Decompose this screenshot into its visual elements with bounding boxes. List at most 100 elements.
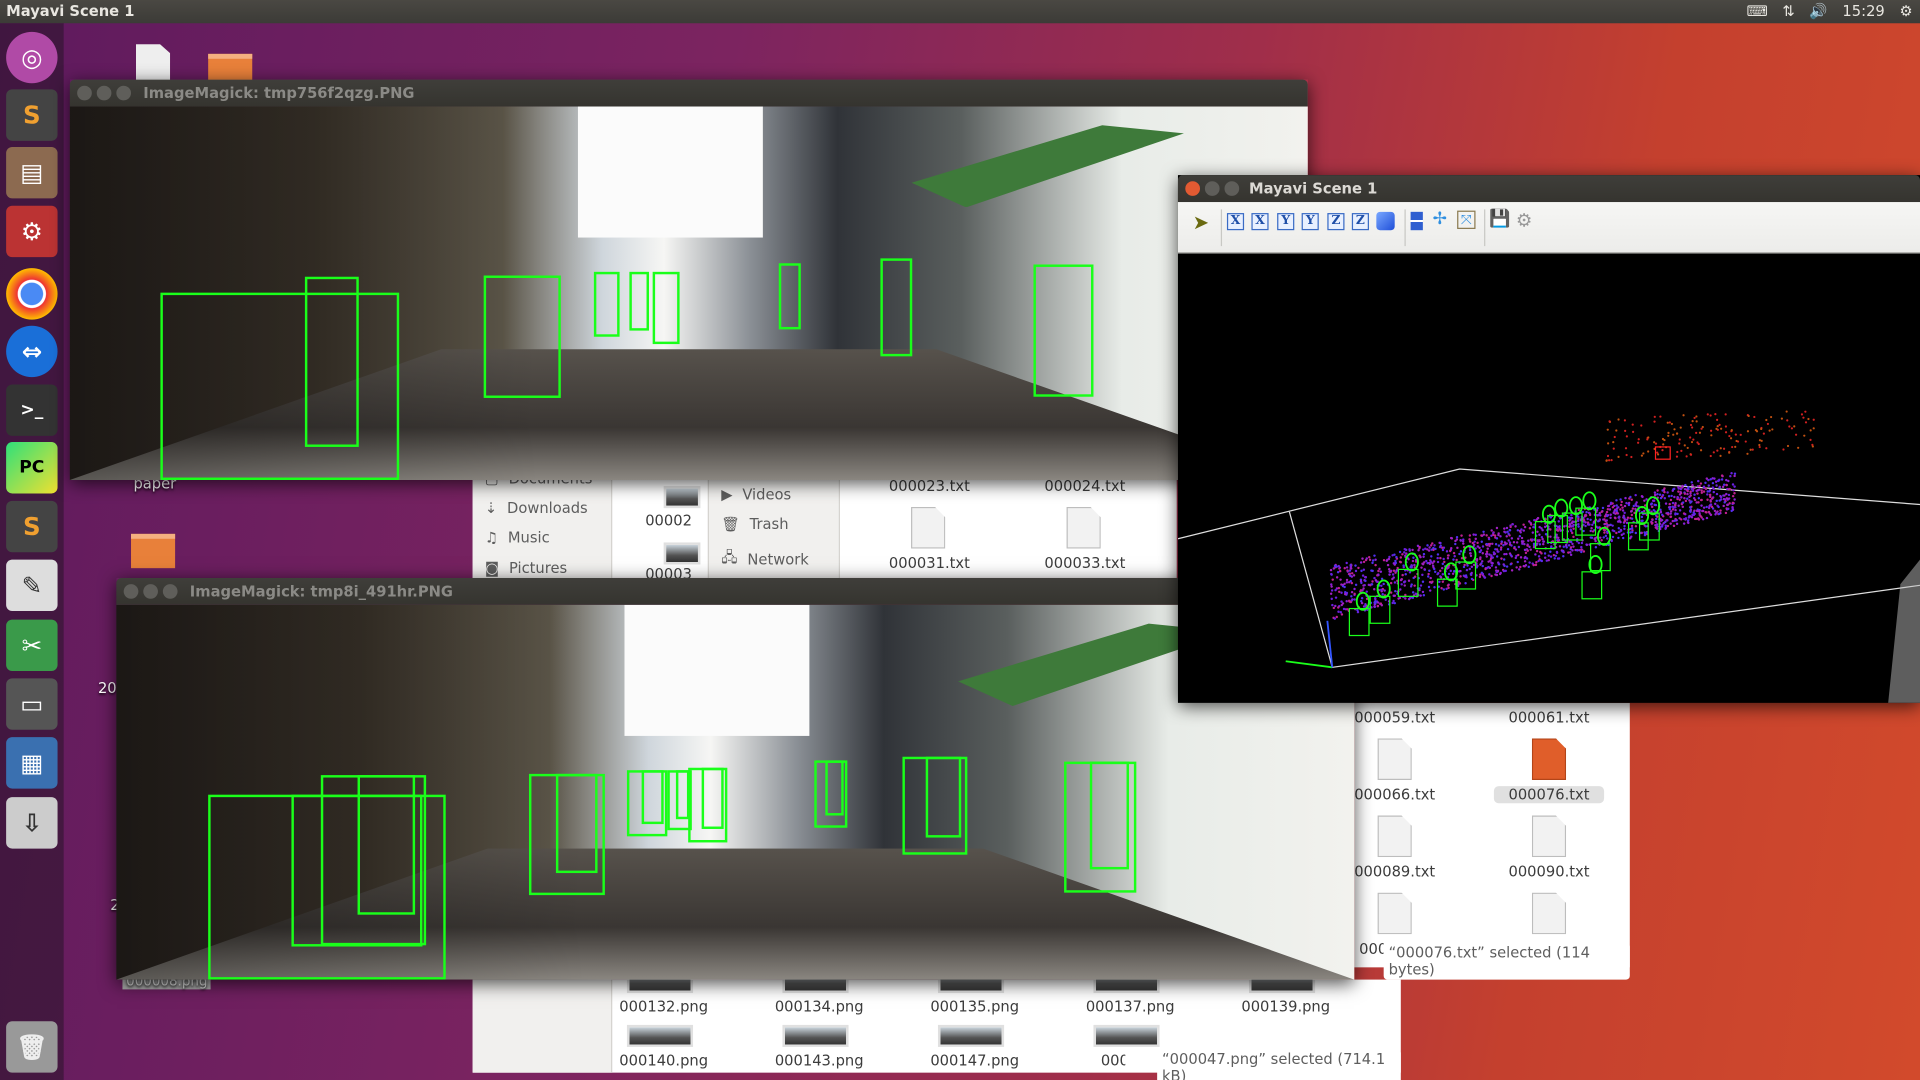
camera-image-2d-boxes[interactable]: [69, 106, 1308, 481]
file-label[interactable]: 000147.png: [920, 1052, 1030, 1069]
clock[interactable]: 15:29: [1842, 0, 1884, 23]
image-thumbnail[interactable]: [626, 1024, 694, 1047]
axes-toggle-icon[interactable]: ✢: [1433, 209, 1447, 229]
file-label[interactable]: 000137.png: [1075, 998, 1185, 1015]
3d-scene-view[interactable]: [1177, 253, 1920, 703]
sublime-text-2-icon[interactable]: S: [6, 500, 58, 553]
close-button[interactable]: [77, 85, 92, 101]
file-label[interactable]: 000134.png: [764, 998, 874, 1015]
desktop-file-icon[interactable]: [135, 44, 171, 81]
file-thumbnail[interactable]: [663, 486, 701, 509]
isometric-view-icon[interactable]: [1376, 211, 1395, 231]
file-label[interactable]: 00003: [644, 566, 693, 578]
sidebar-item-music[interactable]: ♫ Music: [485, 529, 550, 546]
view-x-minus-icon[interactable]: X: [1251, 213, 1269, 231]
lidar-point: [1536, 542, 1539, 545]
camera-image-3d-boxes[interactable]: [116, 604, 1355, 980]
image-thumbnail[interactable]: [782, 1024, 849, 1047]
image-thumbnail[interactable]: [1093, 1024, 1160, 1047]
desktop-label[interactable]: 20: [98, 680, 117, 697]
file-label[interactable]: 000023.txt: [874, 478, 984, 495]
file-manager-icon[interactable]: ▤: [6, 146, 58, 199]
sidebar-item-downloads[interactable]: ⇣ Downloads: [485, 500, 588, 517]
settings-icon[interactable]: ⚙: [1899, 0, 1912, 23]
lidar-point: [1618, 515, 1621, 518]
file-label[interactable]: 000090.txt: [1494, 863, 1604, 880]
places-item-network[interactable]: 🖧 Network: [721, 546, 809, 572]
file-label-selected[interactable]: 000076.txt: [1493, 786, 1605, 804]
mayavi-logo-icon[interactable]: ➤: [1193, 211, 1209, 234]
monitor-icon[interactable]: ▭: [6, 678, 58, 730]
lidar-point: [1647, 450, 1650, 453]
ubuntu-dash-icon[interactable]: ◎: [6, 31, 58, 84]
text-file-icon[interactable]: [1377, 892, 1412, 935]
parallel-projection-icon[interactable]: [1410, 211, 1423, 231]
save-icon[interactable]: 💾: [1489, 209, 1510, 229]
close-button[interactable]: [123, 584, 139, 599]
teamviewer-icon[interactable]: ⇔: [6, 325, 58, 378]
configure-icon[interactable]: ⚙: [1516, 209, 1532, 231]
text-file-icon[interactable]: [1531, 815, 1567, 858]
file-label[interactable]: 000066.txt: [1340, 786, 1450, 803]
places-item-trash[interactable]: 🗑 Trash: [721, 516, 788, 533]
file-label[interactable]: 000140.png: [609, 1052, 719, 1069]
file-label[interactable]: 00002: [644, 512, 693, 529]
lidar-point: [1365, 590, 1369, 593]
trash-icon[interactable]: 🗑: [6, 1021, 58, 1073]
sidebar-item-pictures[interactable]: ◙ Pictures: [485, 560, 567, 577]
launcher: ◎ S ▤ ⚙ ⇔ >_ PC S ✎ ✂ ▭ ▦ ⇩ 🗑: [0, 23, 64, 1080]
view-y-plus-icon[interactable]: Y: [1277, 213, 1295, 231]
file-label[interactable]: 000132.png: [609, 998, 719, 1015]
maximize-button[interactable]: [116, 85, 132, 101]
sublime-text-icon[interactable]: S: [6, 89, 58, 141]
file-label[interactable]: 000135.png: [920, 998, 1030, 1015]
maximize-button[interactable]: [1224, 181, 1240, 196]
desktop-folder-icon[interactable]: [131, 533, 176, 569]
minimize-button[interactable]: [143, 584, 158, 599]
title-bar[interactable]: Mayavi Scene 1: [1177, 175, 1920, 203]
desktop-folder-icon[interactable]: [208, 53, 253, 81]
minimize-button[interactable]: [96, 85, 112, 101]
full-screen-icon[interactable]: ⤧: [1457, 210, 1476, 229]
title-bar[interactable]: ImageMagick: tmp756f2qzg.PNG: [69, 79, 1308, 107]
file-label[interactable]: 000139.png: [1231, 998, 1341, 1015]
keyboard-icon[interactable]: ⌨: [1746, 0, 1767, 23]
text-file-icon[interactable]: [911, 506, 946, 549]
file-label[interactable]: 000089.txt: [1340, 863, 1450, 880]
chrome-icon[interactable]: [6, 268, 58, 320]
view-x-plus-icon[interactable]: X: [1226, 213, 1245, 231]
system-settings-icon[interactable]: ⚙: [6, 205, 58, 258]
minimize-button[interactable]: [1204, 181, 1220, 196]
close-button[interactable]: [1185, 181, 1201, 196]
terminal-icon[interactable]: >_: [6, 384, 58, 436]
text-file-icon[interactable]: [1377, 738, 1412, 781]
file-label[interactable]: 000033.txt: [1030, 555, 1140, 572]
text-file-icon-selected[interactable]: [1531, 738, 1567, 781]
text-editor-icon[interactable]: ✎: [6, 559, 58, 612]
volume-icon[interactable]: 🔊: [1809, 0, 1827, 23]
lidar-point: [1459, 575, 1462, 578]
maximize-button[interactable]: [162, 584, 178, 599]
installer-icon[interactable]: ⇩: [6, 797, 58, 849]
view-y-minus-icon[interactable]: Y: [1301, 213, 1319, 231]
network-icon[interactable]: ⇅: [1782, 0, 1794, 23]
text-file-icon[interactable]: [1531, 892, 1567, 935]
text-file-icon[interactable]: [1066, 506, 1101, 549]
file-thumbnail[interactable]: [663, 542, 701, 565]
image-thumbnail[interactable]: [937, 1024, 1005, 1047]
file-label[interactable]: 000143.png: [764, 1052, 874, 1069]
file-label[interactable]: 000: [1359, 940, 1383, 957]
file-label[interactable]: 000: [1101, 1052, 1125, 1069]
screenshot-icon[interactable]: ✂: [6, 619, 58, 672]
view-z-minus-icon[interactable]: Z: [1351, 213, 1369, 231]
image-viewer-icon[interactable]: ▦: [6, 737, 58, 789]
text-file-icon[interactable]: [1377, 815, 1412, 858]
pycharm-icon[interactable]: PC: [6, 442, 58, 494]
file-label[interactable]: 000059.txt: [1340, 709, 1450, 726]
file-label[interactable]: 000061.txt: [1494, 709, 1604, 726]
title-bar[interactable]: ImageMagick: tmp8i_491hr.PNG: [116, 577, 1355, 605]
view-z-plus-icon[interactable]: Z: [1327, 213, 1345, 231]
places-item-videos[interactable]: ▶ Videos: [721, 486, 791, 503]
file-label[interactable]: 000024.txt: [1030, 478, 1140, 495]
file-label[interactable]: 000031.txt: [874, 555, 984, 572]
